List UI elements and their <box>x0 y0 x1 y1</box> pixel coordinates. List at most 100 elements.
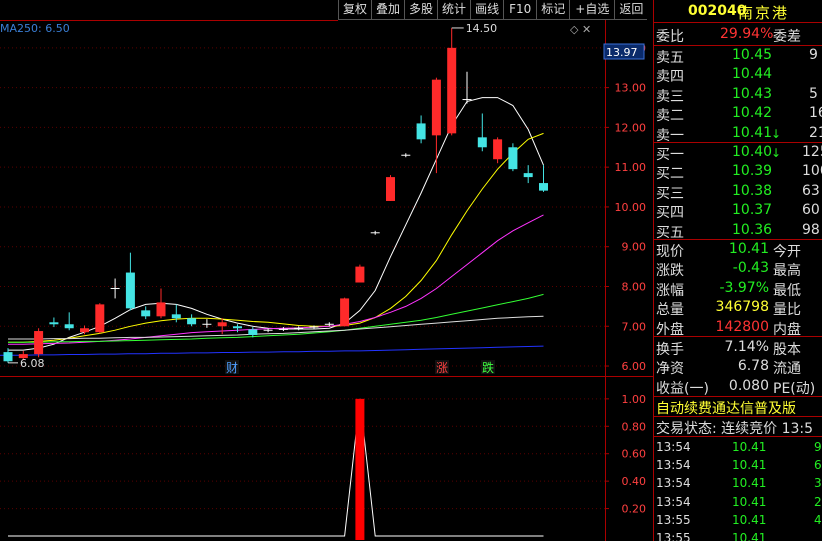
event-marker-0[interactable]: 财 <box>225 360 239 375</box>
toolbar-button-6[interactable]: 标记 <box>536 0 570 20</box>
ask-row[interactable]: 卖二 10.42 16 <box>654 104 822 124</box>
tick-time: 13:54 <box>656 476 691 491</box>
fund-row[interactable]: 换手 7.14% 股本 <box>654 338 822 358</box>
stat-value: 10.41 <box>728 241 769 257</box>
ask-row[interactable]: 卖三 10.43 5 <box>654 85 822 105</box>
tick-row[interactable]: 13:54 10.41 6 <box>654 456 822 474</box>
tick-row[interactable]: 13:54 10.41 28 <box>654 493 822 511</box>
low-price-label: 6.08 <box>20 357 45 370</box>
tick-volume: 3 <box>814 476 822 491</box>
chart-grid <box>0 0 653 541</box>
candle[interactable] <box>340 297 350 327</box>
last-price-text: 13.97 <box>606 46 638 59</box>
ask-price: 10.45 <box>732 47 773 63</box>
toolbar-button-3[interactable]: 统计 <box>437 0 471 20</box>
fund-label-2: PE(动) <box>773 380 816 397</box>
stat-value: 346798 <box>715 299 769 316</box>
weibi-label: 委比 <box>656 29 684 45</box>
ask-label: 卖三 <box>656 88 684 105</box>
candle[interactable] <box>95 303 105 334</box>
indicator-tick-label: 1.00 <box>622 393 647 406</box>
tick-price: 10.41 <box>732 476 767 491</box>
toolbar-button-2[interactable]: 多股 <box>404 0 438 20</box>
stat-label-2: 最低 <box>773 282 801 299</box>
ask-row[interactable]: 卖一10.41↓217 <box>654 124 822 144</box>
chart-background <box>0 0 653 541</box>
toolbar-button-0[interactable]: 复权 <box>338 0 372 20</box>
trade-state: 交易状态: 连续竞价 13:5 <box>656 421 814 437</box>
price-tick-label: 10.00 <box>615 201 647 214</box>
subscription-banner[interactable]: 自动续费通达信普及版 <box>656 398 796 418</box>
stat-row[interactable]: 涨幅 -3.97% 最低 <box>654 279 822 299</box>
tick-row[interactable]: 13:55 10.41 4 <box>654 511 822 529</box>
indicator-bar[interactable] <box>355 398 365 540</box>
bid-label: 买二 <box>656 166 684 183</box>
candle[interactable] <box>508 143 518 172</box>
ask-row[interactable]: 卖五 10.45 9 <box>654 46 822 66</box>
fund-row[interactable]: 收益(一) 0.080 PE(动) <box>654 377 822 397</box>
bid-row[interactable]: 买三 10.38 63 <box>654 182 822 202</box>
last-price-tag: 13.97 <box>603 43 645 60</box>
bid-price: 10.38 <box>732 182 773 199</box>
weicha-label: 委差 <box>773 29 801 45</box>
stat-label: 涨跌 <box>656 263 684 280</box>
bid-arrow: ↓ <box>771 146 782 160</box>
indicator-tick-label: 0.60 <box>622 448 647 461</box>
tick-time: 13:55 <box>656 512 691 527</box>
toolbar-button-7[interactable]: +自选 <box>569 0 615 20</box>
indicator-tick-label: 0.20 <box>622 503 647 516</box>
tick-volume: 28 <box>814 494 822 509</box>
toolbar-button-8[interactable]: 返回 <box>614 0 648 20</box>
bid-row[interactable]: 买四 10.37 60 <box>654 201 822 221</box>
stat-label-2: 最高 <box>773 263 801 280</box>
stat-label: 现价 <box>656 244 684 260</box>
ask-label: 卖四 <box>656 69 684 86</box>
candle[interactable] <box>355 264 365 283</box>
toolbar-button-1[interactable]: 叠加 <box>371 0 405 20</box>
stat-row[interactable]: 总量 346798 量比 <box>654 298 822 319</box>
fund-row[interactable]: 净资 6.78 流通 <box>654 357 822 378</box>
event-marker-2[interactable]: 跌 <box>481 360 495 375</box>
stat-row[interactable]: 外盘 142800 内盘 <box>654 318 822 338</box>
event-marker-text: 涨 <box>436 360 448 375</box>
top-toolbar: 复权 叠加 多股 统计 画线 F10 标记 +自选 返回 <box>338 0 648 20</box>
candle[interactable] <box>34 328 44 358</box>
stat-label: 涨幅 <box>656 282 684 299</box>
fund-label-2: 流通 <box>773 361 801 378</box>
bid-row[interactable]: 买二 10.39 100 <box>654 162 822 183</box>
tick-volume: 6 <box>814 458 822 473</box>
event-marker-1[interactable]: 涨 <box>435 360 449 375</box>
bid-row[interactable]: 买一 10.40↓ 125 <box>654 143 822 163</box>
ask-price: 10.42 <box>732 105 773 122</box>
candle[interactable] <box>386 175 395 201</box>
tick-row[interactable]: 13:55 10.41 <box>654 529 822 541</box>
stat-row[interactable]: 现价 10.41 今开 <box>654 240 822 260</box>
toolbar-button-5[interactable]: F10 <box>503 0 537 20</box>
stat-value: -0.43 <box>732 260 769 277</box>
stock-header: 002040 南京港 <box>654 0 822 22</box>
ask-volume: 9 <box>809 47 818 63</box>
chart-tool-icons[interactable]: ◇ ✕ <box>570 23 591 36</box>
ask-row[interactable]: 卖四 10.44 <box>654 65 822 86</box>
ma250-label: MA250: 6.50 <box>0 22 70 35</box>
price-tick-label: 8.00 <box>622 280 647 293</box>
bid-volume: 125 <box>802 144 822 160</box>
weibi-row: 委比 29.94% 委差 <box>654 25 822 45</box>
indicator-tick-label: 0.40 <box>622 475 647 488</box>
kline-chart[interactable]: 14.506.08 14.0013.0012.0011.0010.009.008… <box>0 0 653 541</box>
price-tick-label: 11.00 <box>615 161 647 174</box>
stat-label: 总量 <box>656 302 684 319</box>
bid-price: 10.36 <box>732 221 773 238</box>
tick-row[interactable]: 13:54 10.41 3 <box>654 474 822 492</box>
stat-row[interactable]: 涨跌 -0.43 最高 <box>654 259 822 280</box>
bid-volume: 100 <box>802 163 822 180</box>
bid-row[interactable]: 买五 10.36 98 <box>654 221 822 241</box>
quote-panel: 002040 南京港 委比 29.94% 委差 卖五 10.45 9 卖四 10.44 卖… <box>653 0 822 541</box>
tick-time: 13:55 <box>656 531 691 541</box>
indicator-tick-label: 0.80 <box>622 420 647 433</box>
ask-label: 卖五 <box>656 50 684 66</box>
tick-row[interactable]: 13:54 10.41 9 <box>654 438 822 456</box>
stat-label-2: 今开 <box>773 244 801 260</box>
toolbar-button-4[interactable]: 画线 <box>470 0 504 20</box>
high-price-label: 14.50 <box>466 22 498 35</box>
